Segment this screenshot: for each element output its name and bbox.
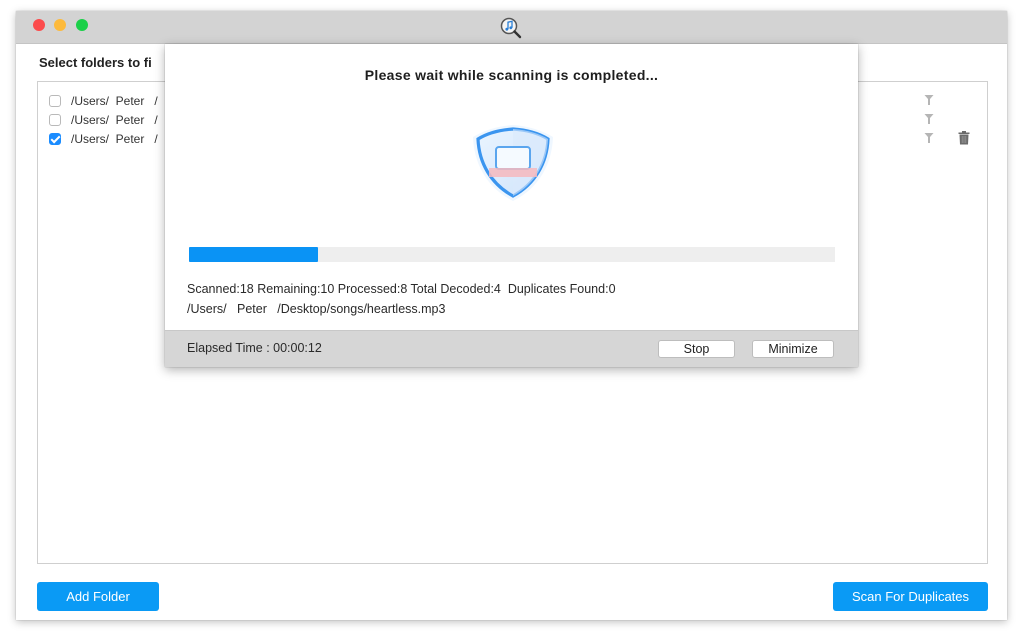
elapsed-time: Elapsed Time : 00:00:12 — [187, 341, 322, 355]
music-search-icon — [500, 17, 522, 39]
section-title: Select folders to fi — [39, 55, 152, 70]
stop-button[interactable]: Stop — [658, 340, 735, 358]
folder-checkbox[interactable] — [49, 95, 61, 107]
filter-icon[interactable] — [924, 94, 934, 106]
folder-checkbox[interactable] — [49, 133, 61, 145]
dialog-footer: Elapsed Time : 00:00:12 Stop Minimize — [165, 330, 858, 367]
dialog-title: Please wait while scanning is completed.… — [364, 67, 659, 83]
scan-progress-bar — [189, 247, 835, 262]
minimize-button[interactable]: Minimize — [752, 340, 834, 358]
trash-icon[interactable] — [958, 131, 970, 145]
scan-progress-dialog: Please wait while scanning is completed.… — [165, 44, 858, 367]
shield-scan-icon — [473, 125, 553, 201]
maximize-window-button[interactable] — [76, 19, 88, 31]
scan-for-duplicates-button[interactable]: Scan For Duplicates — [833, 582, 988, 611]
filter-icon[interactable] — [924, 113, 934, 125]
title-bar — [16, 11, 1007, 44]
progress-fill — [189, 247, 319, 262]
folder-path: /Users/ Peter / — [71, 113, 158, 127]
folder-checkbox[interactable] — [49, 114, 61, 126]
folder-path: /Users/ Peter / — [71, 132, 158, 146]
filter-icon[interactable] — [924, 132, 934, 144]
add-folder-button[interactable]: Add Folder — [37, 582, 159, 611]
minimize-window-button[interactable] — [54, 19, 66, 31]
scan-stats: Scanned:18 Remaining:10 Processed:8 Tota… — [187, 282, 616, 296]
folder-path: /Users/ Peter / — [71, 94, 158, 108]
current-file-path: /Users/ Peter /Desktop/songs/heartless.m… — [187, 302, 446, 316]
close-window-button[interactable] — [33, 19, 45, 31]
